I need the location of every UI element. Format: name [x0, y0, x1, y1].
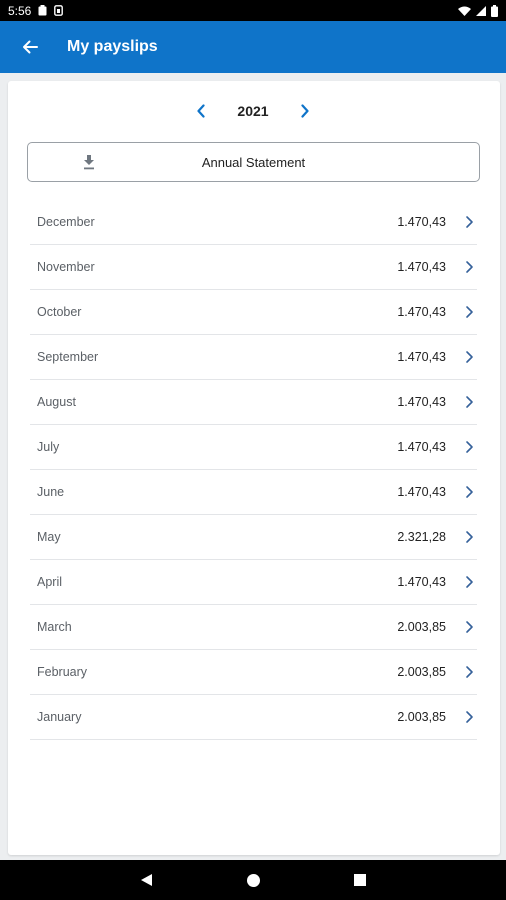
payslip-amount: 1.470,43 — [397, 395, 446, 409]
payslip-row-march[interactable]: March 2.003,85 — [30, 605, 477, 650]
payslip-amount: 1.470,43 — [397, 485, 446, 499]
payslip-month: April — [37, 575, 63, 589]
payslip-amount: 1.470,43 — [397, 260, 446, 274]
signal-icon — [476, 5, 486, 16]
chevron-right-icon — [466, 666, 473, 678]
annual-statement-button[interactable]: Annual Statement — [27, 142, 480, 182]
wifi-icon — [458, 6, 471, 16]
payslip-month: June — [37, 485, 65, 499]
payslip-month: January — [37, 710, 82, 724]
nav-recents-icon[interactable] — [354, 874, 366, 886]
nav-home-icon[interactable] — [247, 874, 260, 887]
payslip-amount: 1.470,43 — [397, 215, 446, 229]
nav-back-icon[interactable] — [140, 873, 153, 887]
chevron-right-icon — [466, 306, 473, 318]
payslip-row-december[interactable]: December 1.470,43 — [30, 200, 477, 245]
next-year-button[interactable] — [293, 99, 317, 123]
chevron-right-icon — [300, 104, 309, 118]
payslip-row-may[interactable]: May 2.321,28 — [30, 515, 477, 560]
chevron-right-icon — [466, 576, 473, 588]
back-button[interactable] — [0, 21, 60, 73]
system-navigation-bar — [0, 860, 506, 900]
payslip-row-october[interactable]: October 1.470,43 — [30, 290, 477, 335]
payslip-amount: 1.470,43 — [397, 305, 446, 319]
previous-year-button[interactable] — [189, 99, 213, 123]
payslip-month: May — [37, 530, 61, 544]
payslip-month: February — [37, 665, 88, 679]
payslip-amount: 1.470,43 — [397, 440, 446, 454]
payslip-amount: 2.321,28 — [397, 530, 446, 544]
annual-statement-label: Annual Statement — [201, 154, 306, 170]
chevron-right-icon — [466, 261, 473, 273]
payslip-row-january[interactable]: January 2.003,85 — [30, 695, 477, 740]
app-bar: My payslips — [0, 21, 506, 73]
payslip-list: December 1.470,43 November 1.470,43 Octo… — [30, 200, 477, 740]
page-title: My payslips — [67, 38, 158, 55]
payslip-row-june[interactable]: June 1.470,43 — [30, 470, 477, 515]
payslip-month: December — [37, 215, 95, 229]
payslip-month: August — [37, 395, 76, 409]
payslip-amount: 2.003,85 — [397, 665, 446, 679]
chevron-right-icon — [466, 621, 473, 633]
download-icon — [84, 155, 94, 170]
chevron-right-icon — [466, 216, 473, 228]
year-navigator: 2021 — [0, 96, 506, 126]
clipboard-icon — [38, 5, 47, 16]
payslip-month: March — [37, 620, 72, 634]
payslip-row-september[interactable]: September 1.470,43 — [30, 335, 477, 380]
payslip-month: September — [37, 350, 99, 364]
chevron-right-icon — [466, 711, 473, 723]
payslip-month: July — [37, 440, 60, 454]
chevron-right-icon — [466, 441, 473, 453]
payslip-month: October — [37, 305, 82, 319]
status-time: 5:56 — [8, 3, 32, 18]
arrow-left-icon — [23, 40, 38, 54]
status-bar: 5:56 — [0, 0, 506, 21]
chevron-right-icon — [466, 486, 473, 498]
payslip-row-july[interactable]: July 1.470,43 — [30, 425, 477, 470]
chevron-right-icon — [466, 396, 473, 408]
payslip-month: November — [37, 260, 95, 274]
payslip-amount: 2.003,85 — [397, 710, 446, 724]
payslip-row-august[interactable]: August 1.470,43 — [30, 380, 477, 425]
payslip-amount: 1.470,43 — [397, 575, 446, 589]
chevron-right-icon — [466, 351, 473, 363]
battery-icon — [491, 4, 498, 17]
chevron-left-icon — [197, 104, 206, 118]
payslip-row-february[interactable]: February 2.003,85 — [30, 650, 477, 695]
year-label: 2021 — [237, 103, 269, 119]
payslip-amount: 1.470,43 — [397, 350, 446, 364]
payslip-row-april[interactable]: April 1.470,43 — [30, 560, 477, 605]
chevron-right-icon — [466, 531, 473, 543]
sim-icon — [54, 5, 64, 16]
payslip-row-november[interactable]: November 1.470,43 — [30, 245, 477, 290]
payslip-amount: 2.003,85 — [397, 620, 446, 634]
